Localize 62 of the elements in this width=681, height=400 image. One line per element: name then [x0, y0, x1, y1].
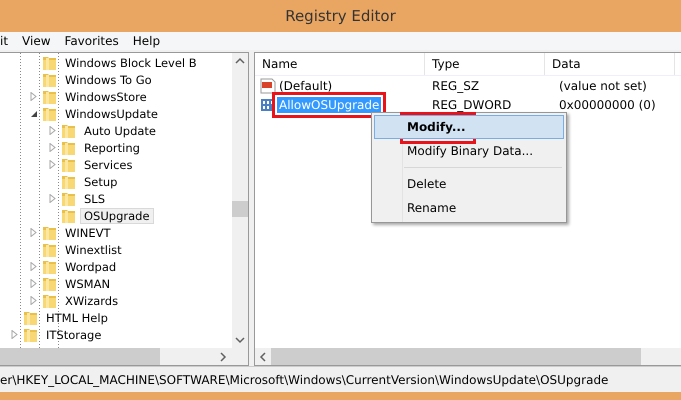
- folder-icon: [42, 54, 57, 70]
- folder-icon: [42, 88, 57, 104]
- table-cell-text: REG_DWORD: [431, 98, 512, 112]
- tree-item[interactable]: SLS: [80, 190, 110, 206]
- menu-item[interactable]: it: [0, 34, 16, 48]
- expand-arrow-icon[interactable]: [48, 194, 57, 203]
- value-name[interactable]: (Default): [277, 78, 334, 94]
- folder-icon: [23, 326, 38, 342]
- table-cell-text: 0x00000000 (0): [558, 98, 656, 112]
- tree-item[interactable]: WINEVT: [61, 224, 115, 240]
- folder-icon: [42, 242, 57, 258]
- tree-item[interactable]: HTML Help: [42, 310, 112, 326]
- menu-item[interactable]: View: [22, 34, 58, 48]
- folder-icon: [61, 140, 76, 156]
- context-menu-item[interactable]: Rename: [374, 196, 564, 220]
- window-title: Registry Editor: [285, 7, 396, 25]
- tree-item[interactable]: Winextlist: [61, 242, 126, 258]
- column-header[interactable]: Name: [255, 53, 425, 75]
- column-header[interactable]: Type: [425, 53, 545, 75]
- table-cell-text: REG_SZ: [431, 78, 480, 92]
- tree-item[interactable]: Windows Block Level B: [61, 54, 201, 70]
- folder-icon: [42, 106, 57, 122]
- folder-icon: [42, 72, 57, 88]
- collapse-arrow-icon[interactable]: [29, 109, 38, 118]
- folder-icon: [61, 174, 76, 190]
- folder-icon: [42, 224, 57, 240]
- tree-item[interactable]: Reporting: [80, 140, 144, 156]
- vertical-scrollbar[interactable]: [232, 53, 248, 348]
- folder-icon: [61, 122, 76, 138]
- expand-arrow-icon[interactable]: [10, 330, 19, 339]
- tree-item[interactable]: WindowsUpdate: [61, 106, 162, 122]
- tree-item[interactable]: ITStorage: [42, 326, 106, 342]
- folder-icon: [42, 292, 57, 308]
- context-menu-item[interactable]: Modify...: [374, 115, 564, 139]
- tree-item[interactable]: OSUpgrade: [80, 208, 154, 224]
- tree-item[interactable]: XWizards: [61, 292, 122, 308]
- tree-item[interactable]: Setup: [80, 174, 122, 190]
- horizontal-scrollbar[interactable]: [0, 348, 248, 365]
- expand-arrow-icon[interactable]: [29, 92, 38, 101]
- folder-icon: [42, 258, 57, 274]
- scrollbar-thumb[interactable]: [232, 201, 248, 217]
- folder-icon: [61, 190, 76, 206]
- folder-icon: [61, 156, 76, 172]
- tree-item[interactable]: WindowsStore: [61, 88, 151, 104]
- tree-item[interactable]: WSMAN: [61, 276, 114, 292]
- tree-item[interactable]: Windows To Go: [61, 72, 156, 88]
- horizontal-scrollbar[interactable]: [255, 348, 681, 365]
- expand-arrow-icon[interactable]: [29, 228, 38, 237]
- tree-item[interactable]: Auto Update: [80, 122, 160, 138]
- context-menu-item[interactable]: Modify Binary Data...: [374, 139, 564, 163]
- folder-icon: [42, 276, 57, 292]
- folder-icon: [61, 208, 76, 224]
- tree-item[interactable]: Wordpad: [61, 258, 120, 274]
- menu-item[interactable]: Help: [132, 34, 168, 48]
- folder-icon: [23, 310, 38, 326]
- context-menu-item[interactable]: Delete: [374, 172, 564, 196]
- status-path: er\HKEY_LOCAL_MACHINE\SOFTWARE\Microsoft\Windows\CurrentVersion\WindowsUpdate\OSUpgrade: [0, 372, 608, 386]
- tree-item[interactable]: Services: [80, 156, 136, 172]
- column-header[interactable]: Data: [545, 53, 675, 75]
- string-value-icon: [260, 78, 276, 94]
- table-cell-text: (value not set): [558, 78, 647, 92]
- menu-item[interactable]: Favorites: [64, 34, 126, 48]
